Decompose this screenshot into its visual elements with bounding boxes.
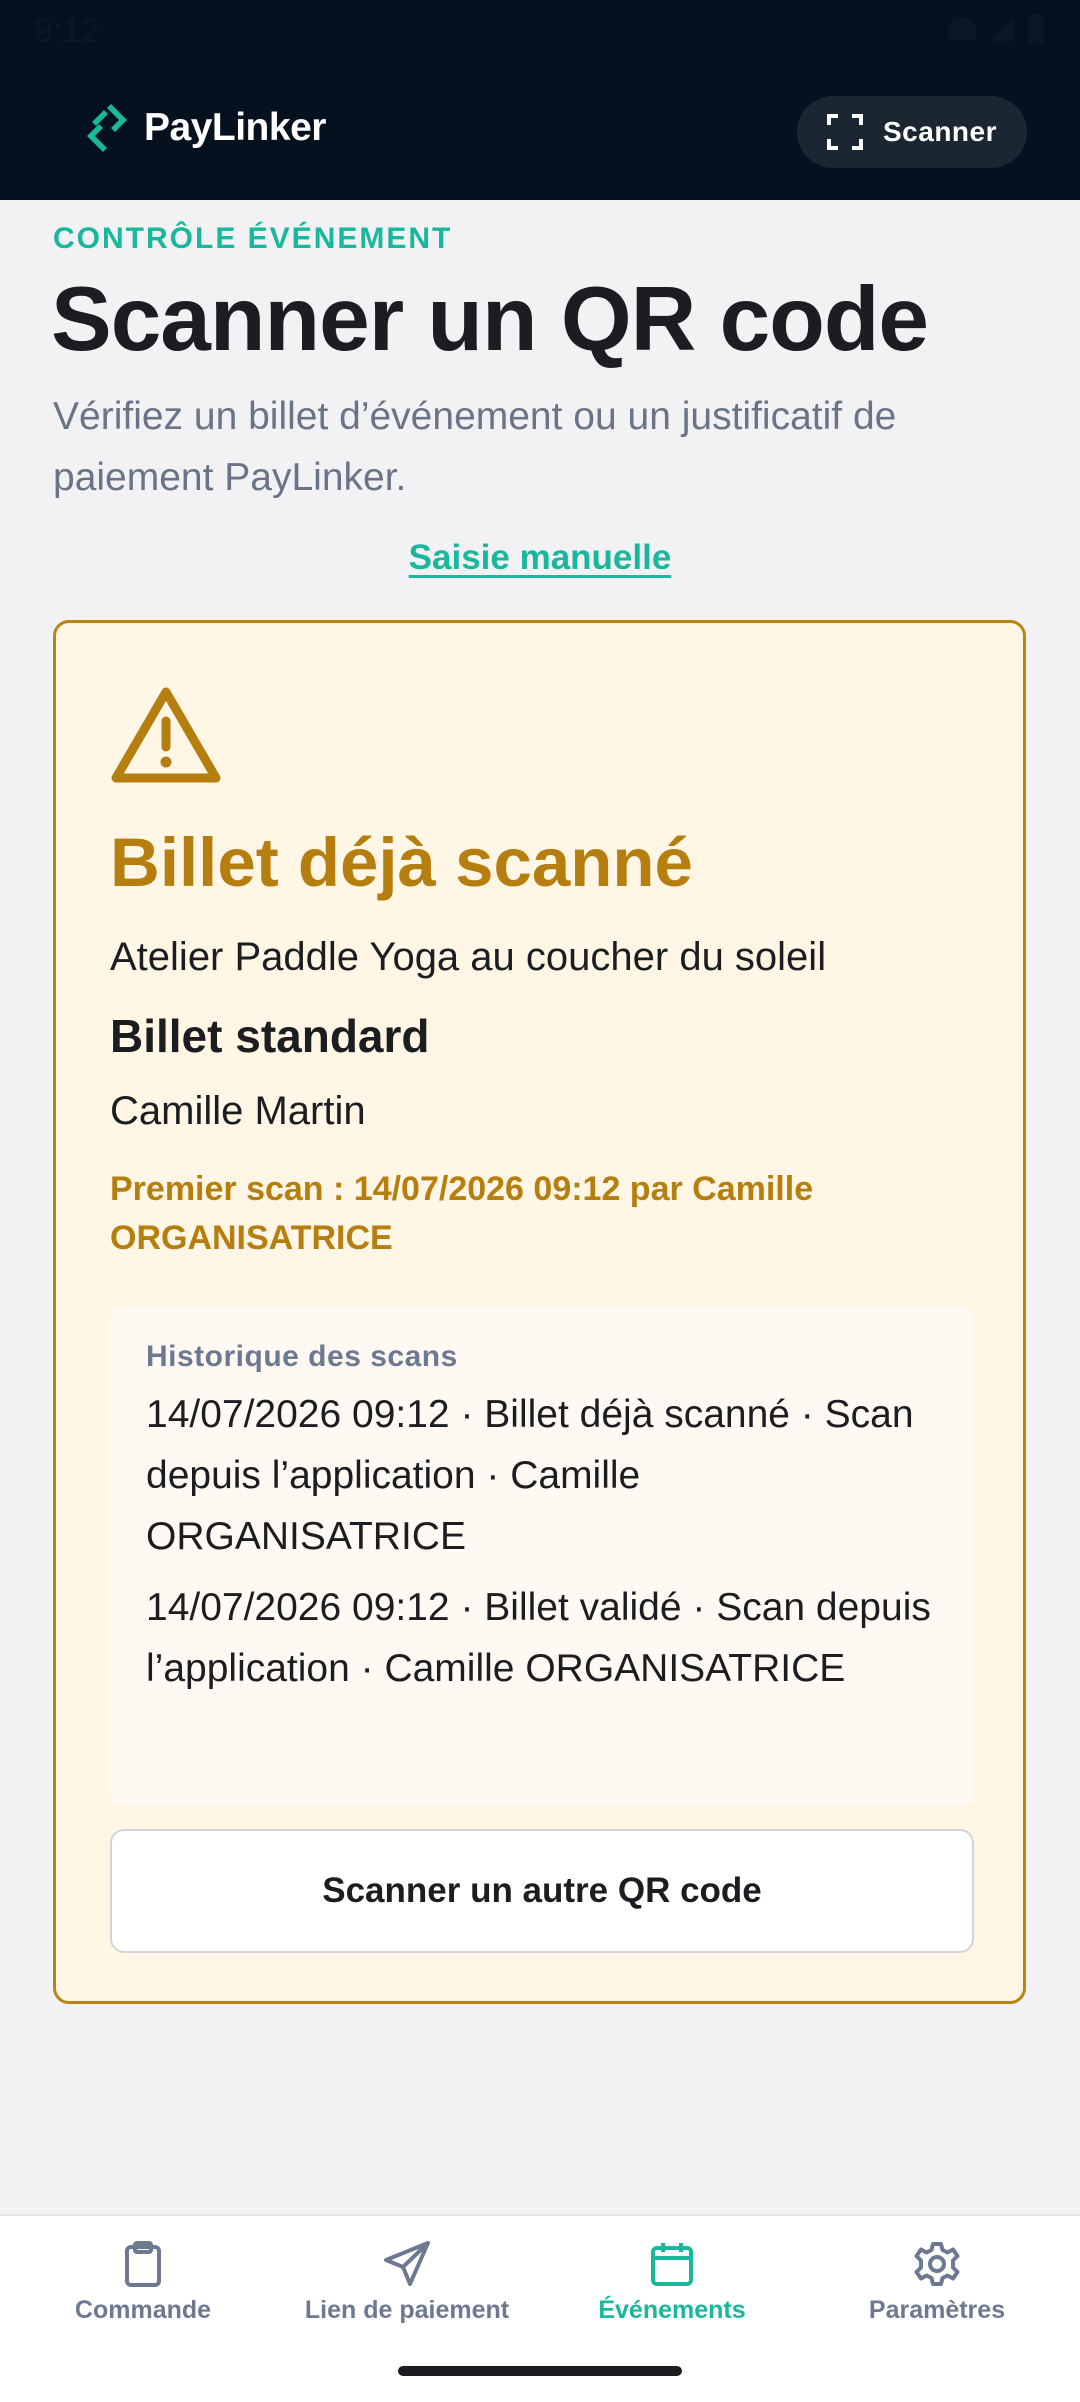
scan-another-button-label: Scanner un autre QR code <box>322 1871 762 1910</box>
ticket-type: Billet standard <box>110 1010 430 1062</box>
page-title: Scanner un QR code <box>51 269 929 370</box>
paylinker-logo-icon <box>87 104 127 152</box>
event-name: Atelier Paddle Yoga au coucher du soleil <box>110 935 827 979</box>
nav-item-evenements[interactable]: Événements <box>537 2240 807 2325</box>
scan-history-entry: 14/07/2026 09:12 · Billet validé · Scan … <box>146 1586 931 1690</box>
scan-result-card: Billet déjà scanné Atelier Paddle Yoga a… <box>53 620 1026 2004</box>
wifi-icon <box>948 18 976 40</box>
battery-icon <box>1028 14 1044 44</box>
scanner-button[interactable]: Scanner <box>797 96 1027 168</box>
signal-icon <box>990 17 1014 41</box>
manual-entry-link-label[interactable]: Saisie manuelle <box>409 538 672 577</box>
nav-label: Événements <box>598 2296 746 2324</box>
clipboard-icon <box>125 2241 161 2287</box>
ticket-holder: Camille Martin <box>110 1089 366 1133</box>
scan-another-button[interactable]: Scanner un autre QR code <box>110 1829 974 1953</box>
nav-label: Commande <box>74 2296 212 2324</box>
calendar-icon <box>651 2243 693 2286</box>
first-scan-info: Premier scan : 14/07/2026 09:12 par Cami… <box>110 1170 814 1257</box>
scan-history: Historique des scans 14/07/2026 09:12 · … <box>110 1306 974 1806</box>
nav-item-parametres[interactable]: Paramètres <box>802 2240 1072 2325</box>
status-icons <box>948 14 1044 44</box>
warning-triangle-icon <box>111 687 221 783</box>
scan-frame-icon <box>827 114 863 150</box>
status-time: 9:12 <box>34 12 101 50</box>
brand-name: PayLinker <box>144 106 326 149</box>
app-header: 9:12 PayLinker Scanner <box>0 0 1080 200</box>
nav-label: Paramètres <box>868 2296 1006 2324</box>
scanner-button-label: Scanner <box>883 116 997 147</box>
nav-item-commande[interactable]: Commande <box>8 2240 278 2325</box>
nav-label: Lien de paiement <box>304 2296 510 2324</box>
scan-status-title: Billet déjà scanné <box>110 824 693 901</box>
gear-icon <box>914 2242 960 2286</box>
brand[interactable]: PayLinker <box>82 100 326 156</box>
scan-history-title: Historique des scans <box>146 1340 458 1373</box>
status-bar: 9:12 <box>0 0 1080 66</box>
scan-history-entry: 14/07/2026 09:12 · Billet déjà scanné · … <box>146 1393 914 1558</box>
manual-entry-link[interactable]: Saisie manuelle <box>0 538 1080 578</box>
page-subtitle: Vérifiez un billet d’événement ou un jus… <box>53 395 897 499</box>
nav-item-lien-de-paiement[interactable]: Lien de paiement <box>272 2240 542 2325</box>
send-icon <box>384 2241 430 2286</box>
section-eyebrow: CONTRÔLE ÉVÉNEMENT <box>53 222 453 255</box>
home-indicator[interactable] <box>398 2366 682 2376</box>
